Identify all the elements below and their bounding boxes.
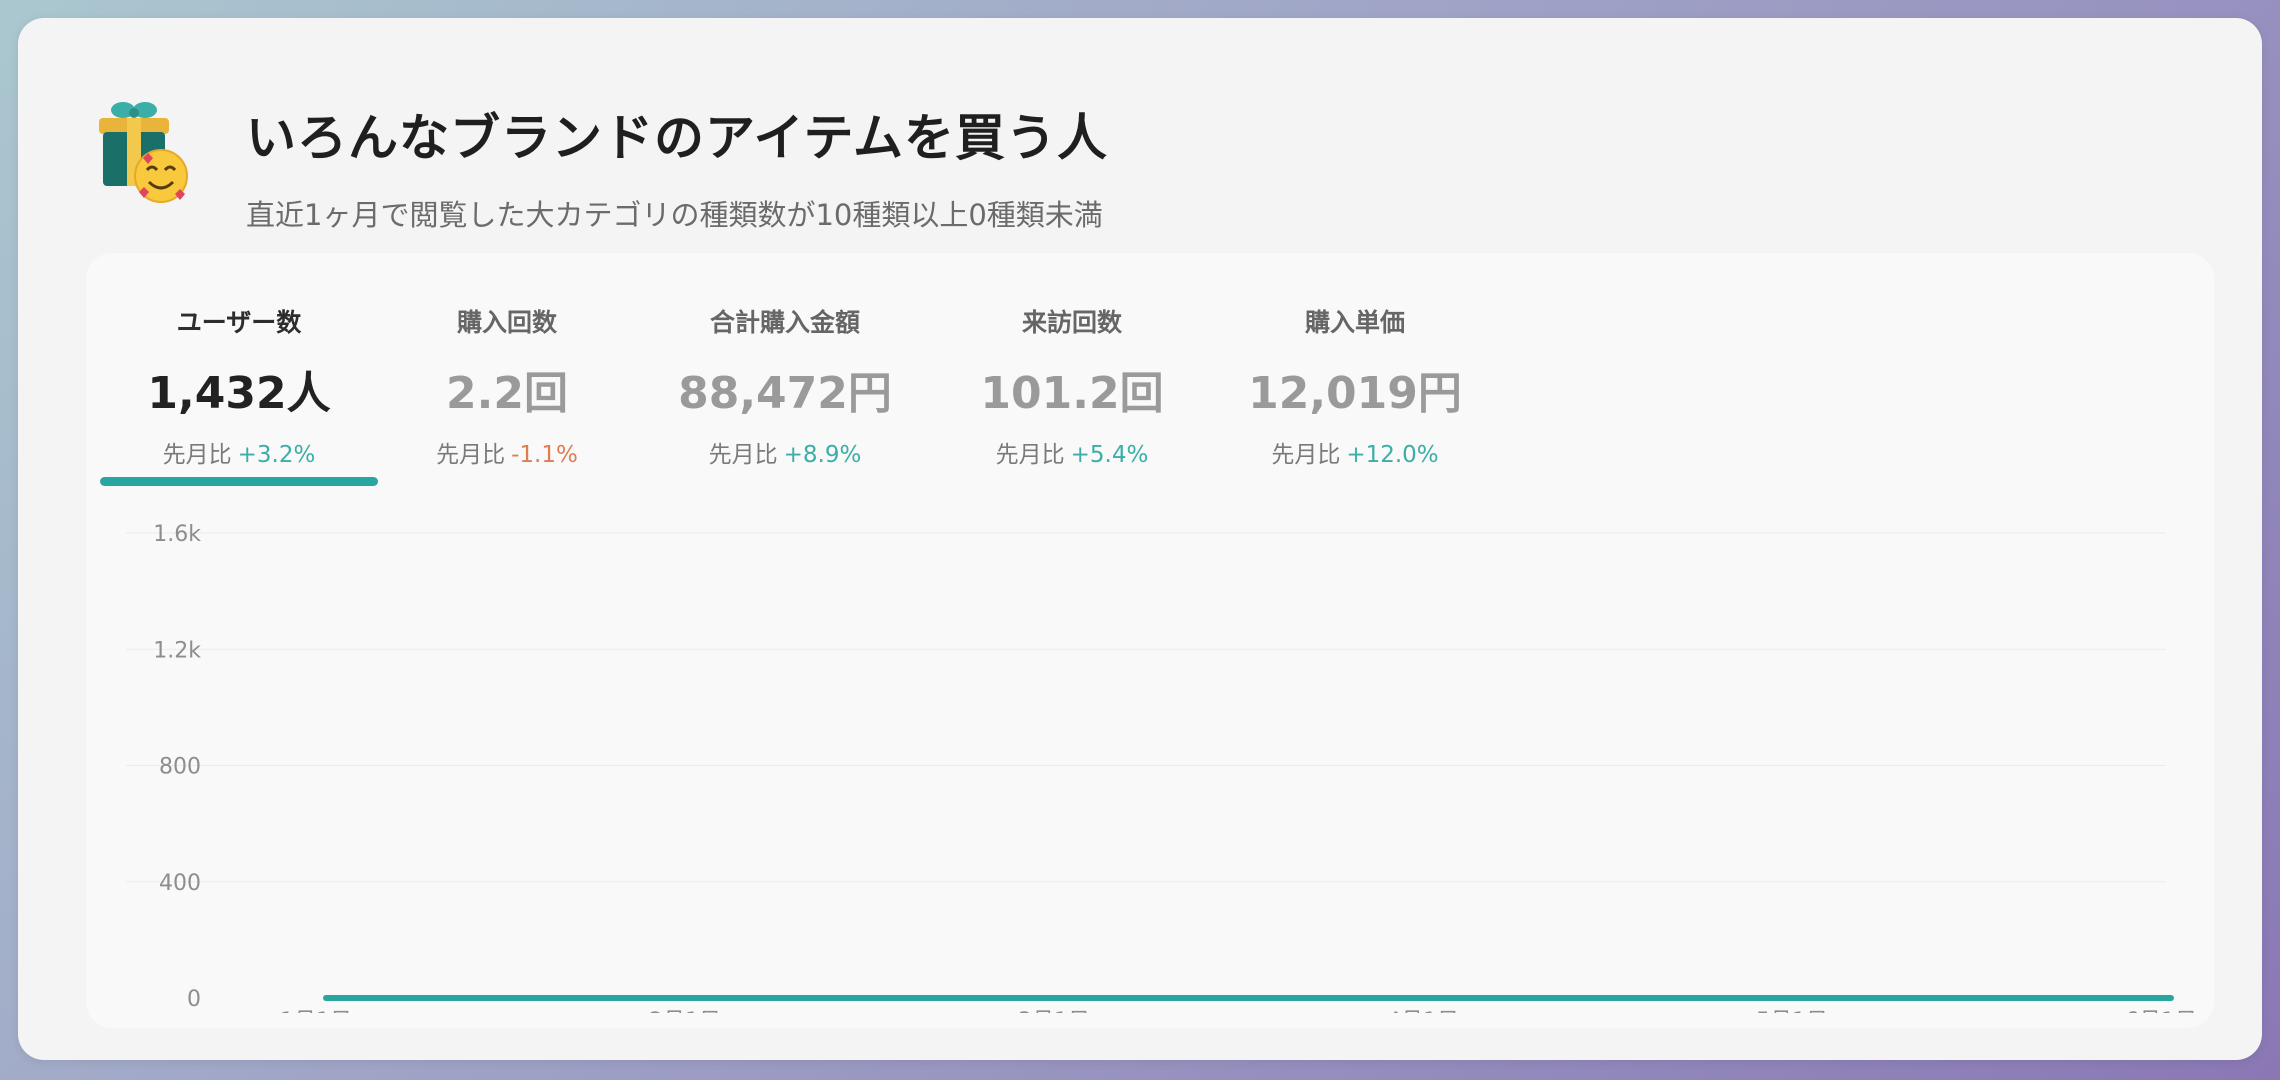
active-tab-indicator	[100, 477, 378, 486]
y-tick-label: 0	[187, 987, 201, 1012]
tab-visit-count[interactable]: 来訪回数 101.2回 先月比 +5.4%	[927, 303, 1217, 469]
metric-value: 2.2回	[446, 368, 568, 419]
tab-total-purchase-amount[interactable]: 合計購入金額 88,472円 先月比 +8.9%	[640, 303, 930, 469]
y-tick-label: 1.2k	[153, 638, 201, 663]
compare-label: 先月比	[436, 442, 506, 468]
delta-value: +8.9%	[783, 442, 862, 468]
delta-value: +5.4%	[1070, 442, 1149, 468]
user-count-chart: 0 400 800 1.2k 1.6k 1月1日 2月1日 3月1日 4月1日 5月1日 6月1日	[86, 493, 2214, 1013]
metric-label: 合計購入金額	[709, 308, 860, 337]
x-tick-label: 5月1日	[1756, 1009, 1828, 1013]
segment-description: 直近1ヶ月で閲覧した大カテゴリの種類数が10種類以上0種類未満	[246, 198, 1103, 232]
x-tick-label: 4月1日	[1387, 1009, 1459, 1013]
x-tick-label: 2月1日	[649, 1009, 721, 1013]
tab-user-count[interactable]: ユーザー数 1,432人 先月比 +3.2%	[94, 303, 384, 469]
metric-value: 101.2回	[980, 368, 1164, 419]
delta-value: +12.0%	[1346, 442, 1439, 468]
metric-value: 88,472円	[678, 368, 892, 419]
metric-compare: 先月比 +3.2%	[94, 435, 384, 469]
y-tick-label: 1.6k	[153, 522, 201, 547]
compare-label: 先月比	[1271, 442, 1341, 468]
compare-label: 先月比	[708, 442, 778, 468]
x-tick-label: 3月1日	[1018, 1009, 1090, 1013]
compare-label: 先月比	[995, 442, 1065, 468]
x-tick-label: 6月1日	[2125, 1009, 2197, 1013]
y-tick-label: 400	[159, 871, 201, 896]
metric-value: 1,432人	[147, 368, 331, 419]
y-tick-label: 800	[159, 755, 201, 780]
tab-purchase-count[interactable]: 購入回数 2.2回 先月比 -1.1%	[362, 303, 652, 469]
gift-box-smiling-face-icon	[83, 96, 193, 206]
metric-compare: 先月比 +5.4%	[927, 435, 1217, 469]
delta-value: -1.1%	[511, 442, 578, 468]
metric-label: 購入回数	[456, 308, 557, 337]
metric-label: 購入単価	[1304, 308, 1405, 337]
metric-value: 12,019円	[1248, 368, 1462, 419]
metric-compare: 先月比 +12.0%	[1210, 435, 1500, 469]
compare-label: 先月比	[162, 442, 232, 468]
metric-label: 来訪回数	[1021, 308, 1122, 337]
page-title: いろんなブランドのアイテムを買う人	[246, 109, 1108, 167]
tab-unit-price[interactable]: 購入単価 12,019円 先月比 +12.0%	[1210, 303, 1500, 469]
delta-value: +3.2%	[237, 442, 316, 468]
segment-card: いろんなブランドのアイテムを買う人 直近1ヶ月で閲覧した大カテゴリの種類数が10…	[18, 18, 2262, 1060]
metric-compare: 先月比 -1.1%	[362, 435, 652, 469]
x-tick-label: 1月1日	[280, 1009, 352, 1013]
line-chart: 0 400 800 1.2k 1.6k 1月1日 2月1日 3月1日 4月1日 5月1日 6月1日	[126, 522, 2197, 1013]
metric-compare: 先月比 +8.9%	[640, 435, 930, 469]
metrics-panel: ユーザー数 1,432人 先月比 +3.2% 購入回数 2.2回 先月比 -1.1%…	[86, 253, 2214, 1028]
metric-label: ユーザー数	[176, 308, 302, 337]
